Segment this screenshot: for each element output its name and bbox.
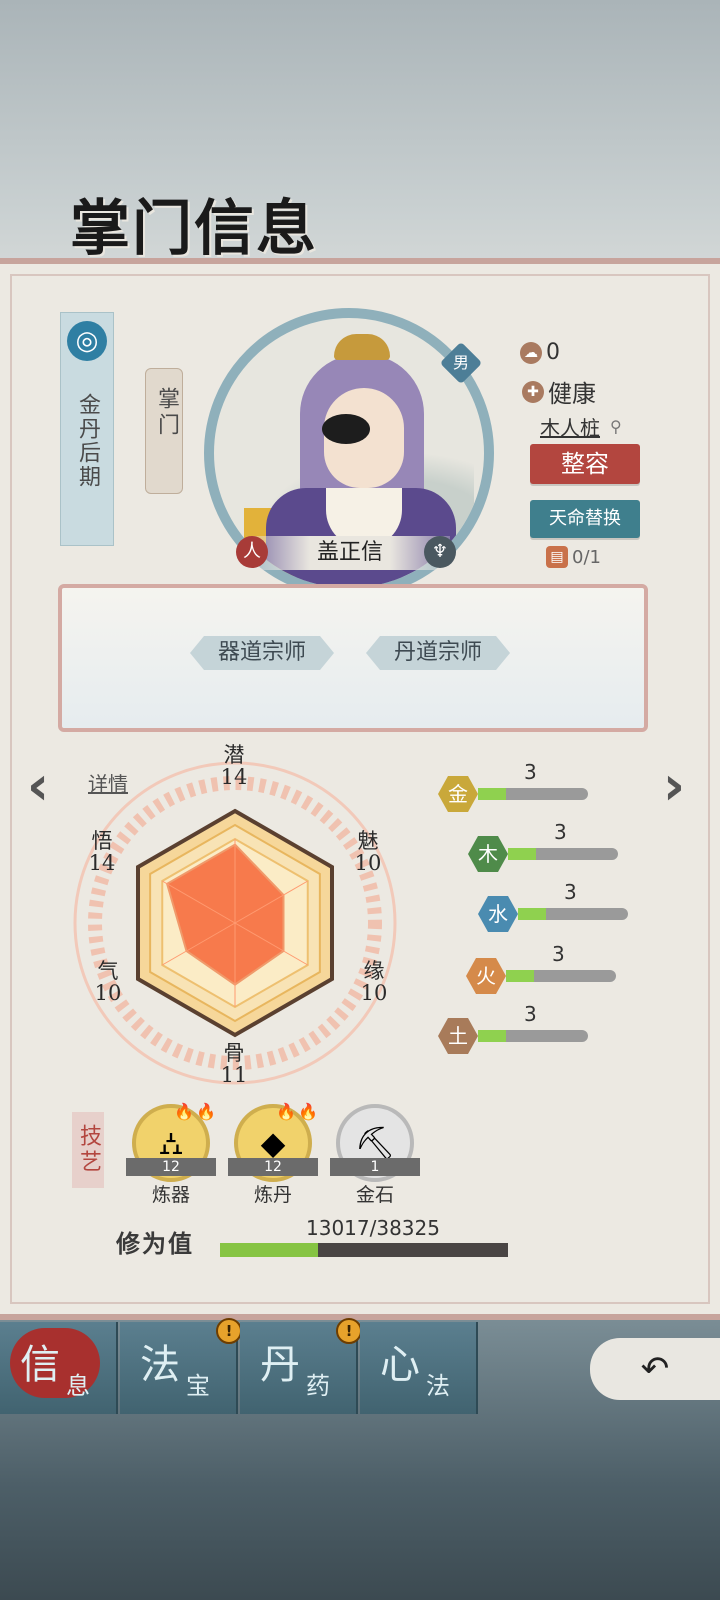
back-arrow-icon: ↶ xyxy=(640,1349,670,1389)
stat-mei: 魅 10 xyxy=(354,829,382,875)
titles-box: 器道宗师 丹道宗师 xyxy=(58,584,648,732)
skill-level: 12 xyxy=(228,1158,318,1176)
skill-level: 12 xyxy=(126,1158,216,1176)
element-bar-fill xyxy=(478,788,506,800)
reputation-value: 0 xyxy=(546,340,560,365)
tab-pills[interactable]: 丹 药 ! xyxy=(240,1318,362,1414)
skill-level: 1 xyxy=(330,1158,420,1176)
cultivation-bar-fill xyxy=(220,1243,318,1257)
tab-info[interactable]: 信 息 xyxy=(0,1322,118,1414)
element-bar xyxy=(508,848,618,860)
makeover-button[interactable]: 整容 xyxy=(530,444,640,484)
cultivation-bar xyxy=(220,1243,508,1257)
location-link[interactable]: 木人桩 xyxy=(540,412,600,441)
element-value: 3 xyxy=(524,1002,537,1026)
stat-yuan: 缘 10 xyxy=(360,959,388,1005)
skill-refining[interactable]: ⛼ 🔥 🔥 12 炼器 xyxy=(126,1102,216,1208)
tab-sub-char: 法 xyxy=(426,1372,450,1400)
flame-icon: 🔥 xyxy=(196,1102,216,1121)
location-pin-icon: ⚲ xyxy=(610,417,622,436)
reputation-row: ☁ 0 xyxy=(520,340,560,365)
skills-label: 技艺 xyxy=(72,1112,104,1188)
element-bar-fill xyxy=(508,848,536,860)
page-title: 掌门信息 xyxy=(70,194,318,264)
radar-svg xyxy=(73,761,397,1085)
title-badge[interactable]: 丹道宗师 xyxy=(366,636,510,670)
stat-wu: 悟 14 xyxy=(88,829,116,875)
skill-mining[interactable]: ⛏ 1 金石 xyxy=(330,1104,420,1208)
element-bar xyxy=(518,908,628,920)
flame-icon: 🔥 xyxy=(174,1102,194,1121)
skill-name: 金石 xyxy=(355,1184,394,1206)
sect-emblem-icon: ◎ xyxy=(67,321,107,361)
heart-icon: ✚ xyxy=(522,380,544,403)
skill-name: 炼器 xyxy=(151,1184,190,1206)
race-badge: 人 xyxy=(236,536,268,568)
tab-techniques[interactable]: 心 法 xyxy=(360,1322,478,1414)
rank-banner: ◎ 金丹后期 xyxy=(60,312,114,546)
prev-arrow-icon[interactable]: ‹ xyxy=(18,756,58,816)
hair-crown xyxy=(334,334,390,360)
tab-main-char: 心 xyxy=(380,1342,420,1388)
element-value: 3 xyxy=(554,820,567,844)
character-name: 盖正信 xyxy=(250,536,450,570)
sect-badge-icon: ♆ xyxy=(424,536,456,568)
element-value: 3 xyxy=(524,760,537,784)
element-bar-fill xyxy=(518,908,546,920)
cultivation-rank: 金丹后期 xyxy=(75,393,100,489)
reputation-icon: ☁ xyxy=(520,341,542,364)
element-bar-fill xyxy=(506,970,534,982)
element-value: 3 xyxy=(564,880,577,904)
element-bar xyxy=(478,1030,588,1042)
location-row[interactable]: 木人桩 ⚲ xyxy=(540,412,622,441)
tab-sub-char: 宝 xyxy=(186,1372,210,1400)
skill-alchemy[interactable]: ◆ 🔥 🔥 12 炼丹 xyxy=(228,1102,318,1208)
fate-count: 0/1 xyxy=(572,546,601,568)
tab-sub-char: 息 xyxy=(66,1372,90,1400)
element-value: 3 xyxy=(552,942,565,966)
next-arrow-icon[interactable]: › xyxy=(654,756,694,816)
tab-main-char: 法 xyxy=(140,1342,180,1388)
tab-main-char: 信 xyxy=(20,1342,60,1388)
role-tag: 掌门 xyxy=(145,368,183,494)
element-bar-fill xyxy=(478,1030,506,1042)
health-row: ✚ 健康 xyxy=(522,374,596,409)
flame-icon: 🔥 xyxy=(298,1102,318,1121)
tab-main-char: 丹 xyxy=(260,1342,300,1388)
back-button[interactable]: ↶ xyxy=(590,1338,720,1400)
attribute-radar xyxy=(70,758,400,1088)
stat-qian: 潜 14 xyxy=(220,743,248,789)
flame-icon: 🔥 xyxy=(276,1102,296,1121)
element-bar xyxy=(478,788,588,800)
role-label: 掌门 xyxy=(154,387,179,439)
cultivation-label: 修为值 xyxy=(116,1229,194,1258)
fate-swap-button[interactable]: 天命替换 xyxy=(530,500,640,538)
stat-qi: 气 10 xyxy=(94,959,122,1005)
health-status: 健康 xyxy=(548,380,596,408)
stat-gu: 骨 11 xyxy=(220,1041,248,1087)
cultivation-value: 13017/38325 xyxy=(306,1216,440,1240)
eyepatch xyxy=(322,414,370,444)
alert-icon: ! xyxy=(216,1318,242,1344)
element-bar xyxy=(506,970,616,982)
title-badge[interactable]: 器道宗师 xyxy=(190,636,334,670)
tab-sub-char: 药 xyxy=(306,1372,330,1400)
tab-treasure[interactable]: 法 宝 ! xyxy=(120,1318,242,1414)
alert-icon: ! xyxy=(336,1318,362,1344)
skill-name: 炼丹 xyxy=(253,1184,292,1206)
fate-count-row: ▤ 0/1 xyxy=(546,546,601,568)
scroll-icon: ▤ xyxy=(546,546,568,568)
